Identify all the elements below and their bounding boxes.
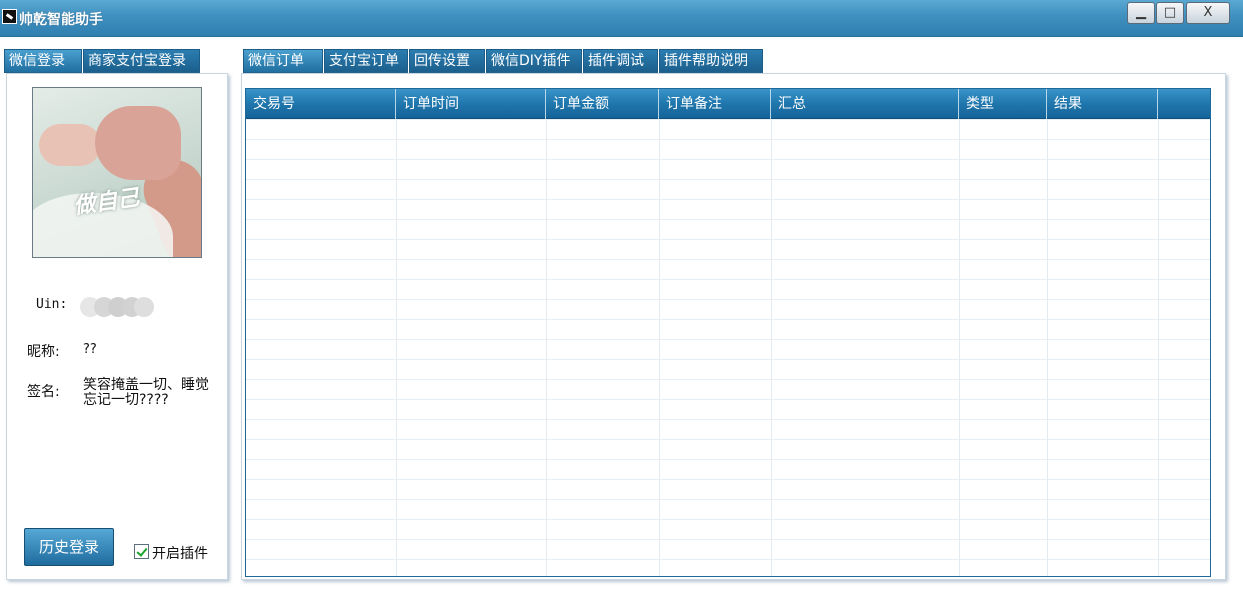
column-divider [546, 119, 547, 576]
tab-alipay-merchant-login[interactable]: 商家支付宝登录 [83, 49, 200, 73]
column-header-transaction-id[interactable]: 交易号 [246, 89, 396, 119]
tab-wechat-orders[interactable]: 微信订单 [243, 49, 323, 73]
window-title: 帅乾智能助手 [19, 12, 103, 28]
tab-wechat-login[interactable]: 微信登录 [4, 49, 82, 73]
enable-plugin-label[interactable]: 开启插件 [152, 543, 208, 563]
history-login-button[interactable]: 历史登录 [24, 528, 114, 566]
tab-plugin-debug[interactable]: 插件调试 [583, 49, 658, 73]
fist-shape [95, 106, 181, 180]
tab-callback-settings[interactable]: 回传设置 [409, 49, 485, 73]
signature-value: 笑容掩盖一切、睡觉忘记一切???? [83, 377, 209, 408]
close-button[interactable]: X [1186, 2, 1230, 24]
orders-table-header: 交易号 订单时间 订单金额 订单备注 汇总 类型 结果 [246, 89, 1210, 119]
nickname-label: 昵称: [27, 344, 60, 360]
app-icon [2, 9, 17, 24]
column-header-order-time[interactable]: 订单时间 [396, 89, 546, 119]
column-header-order-amount[interactable]: 订单金额 [546, 89, 659, 119]
column-divider [1158, 119, 1159, 576]
column-divider [396, 119, 397, 576]
column-divider [659, 119, 660, 576]
maximize-button[interactable]: □ [1156, 2, 1184, 24]
column-header-extra[interactable] [1158, 89, 1210, 119]
column-divider [1047, 119, 1048, 576]
tab-plugin-help[interactable]: 插件帮助说明 [659, 49, 763, 73]
column-header-type[interactable]: 类型 [959, 89, 1047, 119]
orders-table[interactable]: 交易号 订单时间 订单金额 订单备注 汇总 类型 结果 [245, 88, 1211, 577]
tab-alipay-orders[interactable]: 支付宝订单 [324, 49, 408, 73]
column-divider [959, 119, 960, 576]
enable-plugin-checkbox[interactable] [134, 544, 149, 559]
uin-label: Uin: [36, 297, 68, 312]
tab-wechat-diy-plugin[interactable]: 微信DIY插件 [486, 49, 582, 73]
column-header-result[interactable]: 结果 [1047, 89, 1158, 119]
signature-label: 签名: [27, 384, 60, 400]
avatar: 做自己 [32, 87, 202, 258]
nickname-value: ?? [83, 342, 97, 357]
column-header-summary[interactable]: 汇总 [771, 89, 959, 119]
column-divider [771, 119, 772, 576]
uin-value-redacted [80, 297, 154, 317]
baby-hand-shape [39, 124, 101, 166]
column-header-order-note[interactable]: 订单备注 [659, 89, 771, 119]
app-window: 帅乾智能助手 ▁ □ X 微信登录 商家支付宝登录 做自己 Uin: 昵称: ?… [0, 0, 1243, 593]
minimize-button[interactable]: ▁ [1127, 2, 1155, 24]
title-bar[interactable]: 帅乾智能助手 ▁ □ X [0, 0, 1243, 37]
